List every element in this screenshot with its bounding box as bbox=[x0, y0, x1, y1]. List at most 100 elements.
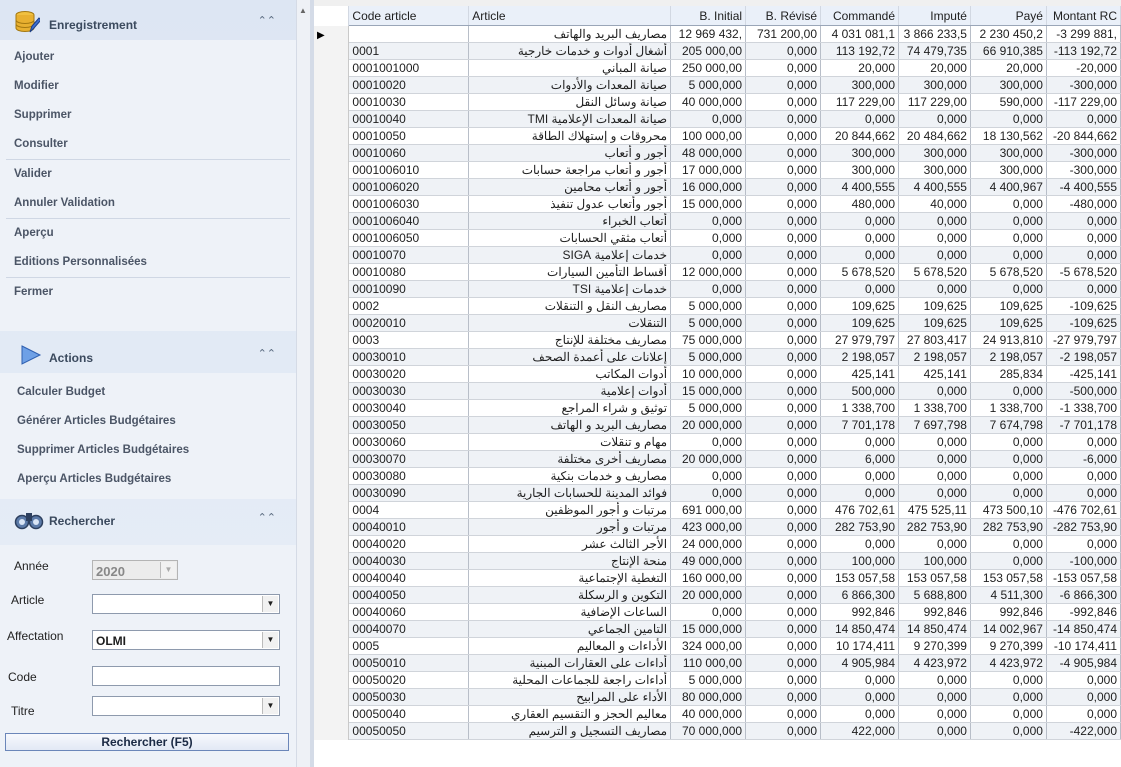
cell-code[interactable]: 00030030 bbox=[348, 382, 470, 400]
chevron-down-icon[interactable]: ▼ bbox=[262, 698, 278, 714]
table-row[interactable]: 00010060 أجور و أتعاب 48 000,000 0,000 300,0… bbox=[314, 144, 1121, 162]
cell-montant-rc[interactable]: 0,000 bbox=[1046, 535, 1121, 553]
row-selector[interactable] bbox=[314, 212, 350, 230]
cell-code[interactable]: 00010050 bbox=[348, 127, 470, 145]
cell-commande[interactable]: 476 702,61 bbox=[820, 501, 899, 519]
cell-paye[interactable]: 0,000 bbox=[970, 212, 1047, 230]
row-selector[interactable] bbox=[314, 127, 350, 145]
table-row[interactable]: 00040070 التامين الجماعي 15 000,000 0,000 14… bbox=[314, 620, 1121, 638]
table-row[interactable]: 00010070 خدمات إعلامية SIGA 0,000 0,000 0,00… bbox=[314, 246, 1121, 264]
table-row[interactable]: 00040020 الأجر الثالث عشر 24 000,000 0,000 0… bbox=[314, 535, 1121, 553]
row-selector[interactable] bbox=[314, 331, 350, 349]
cell-commande[interactable]: 117 229,00 bbox=[820, 93, 899, 111]
cell-impute[interactable]: 5 678,520 bbox=[898, 263, 971, 281]
cell-article[interactable]: مرتبات و أجور الموظفين bbox=[468, 501, 672, 519]
cell-code[interactable]: 00030070 bbox=[348, 450, 470, 468]
cell-impute[interactable]: 0,000 bbox=[898, 229, 971, 247]
cell-paye[interactable]: 5 678,520 bbox=[970, 263, 1047, 281]
cell-montant-rc[interactable]: -992,846 bbox=[1046, 603, 1121, 621]
cell-article[interactable]: أجور و أتعاب bbox=[468, 144, 672, 162]
column-header-article[interactable]: Article bbox=[468, 6, 672, 26]
cell-paye[interactable]: 0,000 bbox=[970, 467, 1047, 485]
cell-article[interactable]: أشغال أدوات و خدمات خارجية bbox=[468, 42, 672, 60]
cell-paye[interactable]: 153 057,58 bbox=[970, 569, 1047, 587]
row-selector[interactable] bbox=[314, 59, 350, 77]
cell-revise[interactable]: 0,000 bbox=[745, 450, 822, 468]
cell-code[interactable]: 0001006020 bbox=[348, 178, 470, 196]
cell-article[interactable]: فوائد المدينة للحسابات الجارية bbox=[468, 484, 672, 502]
cell-revise[interactable]: 0,000 bbox=[745, 365, 822, 383]
cell-impute[interactable]: 0,000 bbox=[898, 671, 971, 689]
cell-revise[interactable]: 0,000 bbox=[745, 93, 822, 111]
table-row[interactable]: 00010080 أقساط التأمين السيارات 12 000,000… bbox=[314, 263, 1121, 281]
cell-paye[interactable]: 0,000 bbox=[970, 688, 1047, 706]
cell-code[interactable]: 00010030 bbox=[348, 93, 470, 111]
cell-commande[interactable]: 0,000 bbox=[820, 705, 899, 723]
cell-montant-rc[interactable]: -14 850,474 bbox=[1046, 620, 1121, 638]
row-selector[interactable] bbox=[314, 535, 350, 553]
cell-paye[interactable]: 109,625 bbox=[970, 297, 1047, 315]
cell-initial[interactable]: 5 000,000 bbox=[670, 314, 747, 332]
cell-paye[interactable]: 0,000 bbox=[970, 484, 1047, 502]
cell-article[interactable]: خدمات إعلامية TSI bbox=[468, 280, 672, 298]
cell-initial[interactable]: 5 000,000 bbox=[670, 297, 747, 315]
cell-revise[interactable]: 0,000 bbox=[745, 586, 822, 604]
cell-commande[interactable]: 0,000 bbox=[820, 433, 899, 451]
cell-commande[interactable]: 0,000 bbox=[820, 229, 899, 247]
cell-commande[interactable]: 0,000 bbox=[820, 484, 899, 502]
row-selector[interactable] bbox=[314, 620, 350, 638]
cell-paye[interactable]: 4 423,972 bbox=[970, 654, 1047, 672]
row-selector[interactable] bbox=[314, 178, 350, 196]
cell-montant-rc[interactable]: -153 057,58 bbox=[1046, 569, 1121, 587]
cell-code[interactable]: 00050020 bbox=[348, 671, 470, 689]
cell-code[interactable]: 0001001000 bbox=[348, 59, 470, 77]
cell-revise[interactable]: 0,000 bbox=[745, 178, 822, 196]
cell-initial[interactable]: 48 000,000 bbox=[670, 144, 747, 162]
chevron-down-icon[interactable]: ▼ bbox=[160, 562, 176, 578]
cell-article[interactable]: مصاريف مختلفة للإنتاج bbox=[468, 331, 672, 349]
cell-paye[interactable]: 2 230 450,2 bbox=[970, 25, 1047, 43]
table-row[interactable]: 00050030 الأداء على المرابيح 80 000,000 0,0… bbox=[314, 688, 1121, 706]
rechercher-header[interactable]: Rechercher ⌃⌃ bbox=[0, 499, 296, 539]
cell-impute[interactable]: 300,000 bbox=[898, 144, 971, 162]
cell-paye[interactable]: 0,000 bbox=[970, 552, 1047, 570]
cell-initial[interactable]: 24 000,000 bbox=[670, 535, 747, 553]
supprimer-button[interactable]: Supprimer bbox=[0, 101, 296, 130]
cell-paye[interactable]: 1 338,700 bbox=[970, 399, 1047, 417]
cell-article[interactable]: أجور وأتعاب عدول تنفيذ bbox=[468, 195, 672, 213]
cell-article[interactable]: أدوات المكاتب bbox=[468, 365, 672, 383]
table-row[interactable]: 00010090 خدمات إعلامية TSI 0,000 0,000 0,000… bbox=[314, 280, 1121, 298]
table-row[interactable]: 0002 مصاريف النقل و التنقلات 5 000,000 0,00… bbox=[314, 297, 1121, 315]
annee-select[interactable]: 2020 ▼ bbox=[92, 560, 178, 580]
cell-impute[interactable]: 5 688,800 bbox=[898, 586, 971, 604]
cell-paye[interactable]: 282 753,90 bbox=[970, 518, 1047, 536]
cell-impute[interactable]: 4 400,555 bbox=[898, 178, 971, 196]
cell-revise[interactable]: 0,000 bbox=[745, 416, 822, 434]
cell-initial[interactable]: 20 000,000 bbox=[670, 586, 747, 604]
cell-article[interactable]: محروقات و إستهلاك الطاقة bbox=[468, 127, 672, 145]
cell-article[interactable]: مصاريف و خدمات بنكية bbox=[468, 467, 672, 485]
cell-commande[interactable]: 480,000 bbox=[820, 195, 899, 213]
cell-article[interactable]: الأداءات و المعاليم bbox=[468, 637, 672, 655]
cell-revise[interactable]: 731 200,00 bbox=[745, 25, 822, 43]
cell-paye[interactable]: 590,000 bbox=[970, 93, 1047, 111]
cell-revise[interactable]: 0,000 bbox=[745, 518, 822, 536]
cell-commande[interactable]: 109,625 bbox=[820, 314, 899, 332]
cell-commande[interactable]: 282 753,90 bbox=[820, 518, 899, 536]
row-selector[interactable] bbox=[314, 399, 350, 417]
cell-commande[interactable]: 113 192,72 bbox=[820, 42, 899, 60]
cell-commande[interactable]: 4 031 081,1 bbox=[820, 25, 899, 43]
cell-code[interactable]: 00050030 bbox=[348, 688, 470, 706]
cell-revise[interactable]: 0,000 bbox=[745, 59, 822, 77]
cell-initial[interactable]: 20 000,000 bbox=[670, 450, 747, 468]
cell-revise[interactable]: 0,000 bbox=[745, 314, 822, 332]
cell-code[interactable]: 00050040 bbox=[348, 705, 470, 723]
cell-article[interactable]: أتعاب مثقي الحسابات bbox=[468, 229, 672, 247]
cell-commande[interactable]: 5 678,520 bbox=[820, 263, 899, 281]
row-selector[interactable] bbox=[314, 637, 350, 655]
cell-article[interactable]: إعلانات على أعمدة الصحف bbox=[468, 348, 672, 366]
column-header-commande[interactable]: Commandé bbox=[820, 6, 899, 26]
table-row[interactable]: 00020010 التنقلات 5 000,000 0,000 109,625 109… bbox=[314, 314, 1121, 332]
row-selector[interactable] bbox=[314, 110, 350, 128]
cell-initial[interactable]: 324 000,00 bbox=[670, 637, 747, 655]
